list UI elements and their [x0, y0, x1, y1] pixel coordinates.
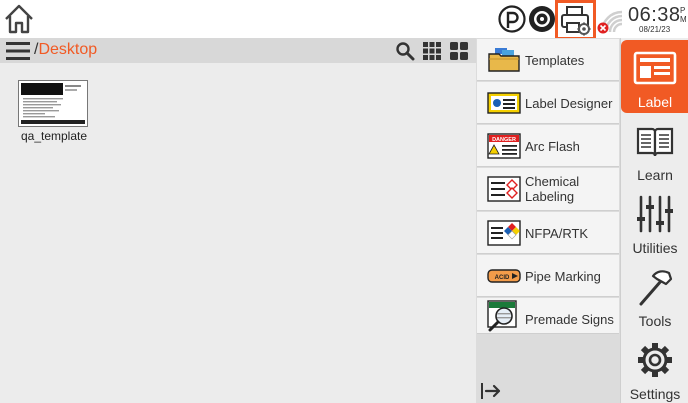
nav-settings[interactable]: Settings — [621, 332, 688, 403]
nav-label[interactable]: Label — [621, 40, 688, 113]
file-thumbnail — [18, 80, 88, 127]
home-button[interactable] — [2, 2, 36, 36]
collapse-panel-icon — [481, 383, 501, 399]
category-label: Arc Flash — [525, 138, 580, 154]
nav-tools-text: Tools — [638, 313, 672, 329]
small-grid-view-icon[interactable] — [422, 41, 442, 61]
category-label-designer[interactable]: Label Designer — [477, 82, 619, 124]
collapse-panel-button[interactable] — [478, 380, 502, 402]
book-icon — [635, 121, 675, 161]
category-nfpa-rtk[interactable]: NFPA/RTK — [477, 212, 619, 254]
printer-settings-icon — [561, 6, 591, 36]
clock-date: 08/21/23 — [639, 25, 671, 34]
printer-settings-button[interactable] — [555, 0, 596, 40]
file-tile[interactable]: qa_template — [16, 80, 92, 148]
category-premade-signs[interactable]: Premade Signs — [477, 298, 619, 334]
gear-icon — [635, 340, 675, 380]
breadcrumb-desktop[interactable]: Desktop — [38, 41, 97, 58]
home-icon — [5, 4, 33, 34]
category-templates[interactable]: Templates — [477, 39, 619, 81]
label-icon — [633, 48, 677, 88]
category-label: Templates — [525, 52, 585, 68]
hamburger-menu-icon[interactable] — [5, 40, 31, 62]
category-pipe-marking[interactable]: ACID Pipe Marking — [477, 255, 619, 297]
nav-learn-text: Learn — [637, 167, 673, 183]
nfpa-rtk-icon — [487, 220, 521, 246]
category-label: Pipe Marking — [525, 268, 601, 284]
svg-text:ACID: ACID — [495, 275, 510, 281]
clock: 06:38 PM 08/21/23 — [628, 4, 687, 34]
category-arc-flash[interactable]: DANGER Arc Flash — [477, 125, 619, 167]
nav-utilities[interactable]: Utilities — [621, 186, 688, 259]
premade-signs-icon — [487, 300, 521, 332]
nav-learn[interactable]: Learn — [621, 113, 688, 186]
pipe-marking-icon: ACID — [487, 263, 521, 289]
category-label: Chemical Labeling — [525, 174, 580, 204]
category-label: Label Designer — [525, 95, 613, 111]
hammer-icon — [635, 267, 675, 307]
chemical-labeling-icon — [487, 176, 521, 202]
folder-templates-icon — [487, 47, 521, 73]
p-logo-icon[interactable] — [497, 4, 527, 34]
label-designer-icon — [487, 90, 521, 116]
sliders-icon — [635, 194, 675, 234]
clock-ampm: PM — [680, 6, 687, 24]
breadcrumb: /Desktop — [34, 41, 97, 59]
clock-time: 06:38 — [628, 4, 681, 26]
svg-text:DANGER: DANGER — [492, 137, 516, 143]
category-label: Premade Signs — [525, 311, 614, 327]
file-name: qa_template — [20, 129, 88, 143]
nav-settings-text: Settings — [629, 386, 681, 402]
category-chemical-labeling[interactable]: Chemical Labeling — [477, 168, 619, 211]
right-nav: Label Learn Utilities Tools Settings — [620, 38, 688, 403]
large-grid-view-icon[interactable] — [449, 41, 469, 61]
wifi-disconnected-icon[interactable] — [596, 4, 626, 34]
ribbon-roll-icon[interactable] — [527, 4, 557, 34]
nav-utilities-text: Utilities — [632, 240, 678, 256]
category-panel: Templates Label Designer DANGER Arc Flas… — [476, 38, 620, 403]
search-icon[interactable] — [395, 41, 415, 61]
nav-tools[interactable]: Tools — [621, 259, 688, 332]
category-label: NFPA/RTK — [525, 225, 589, 241]
nav-label-text: Label — [637, 94, 673, 110]
path-bar: /Desktop — [0, 38, 476, 63]
arc-flash-icon: DANGER — [487, 133, 521, 159]
top-status-bar: 06:38 PM 08/21/23 — [0, 0, 688, 40]
